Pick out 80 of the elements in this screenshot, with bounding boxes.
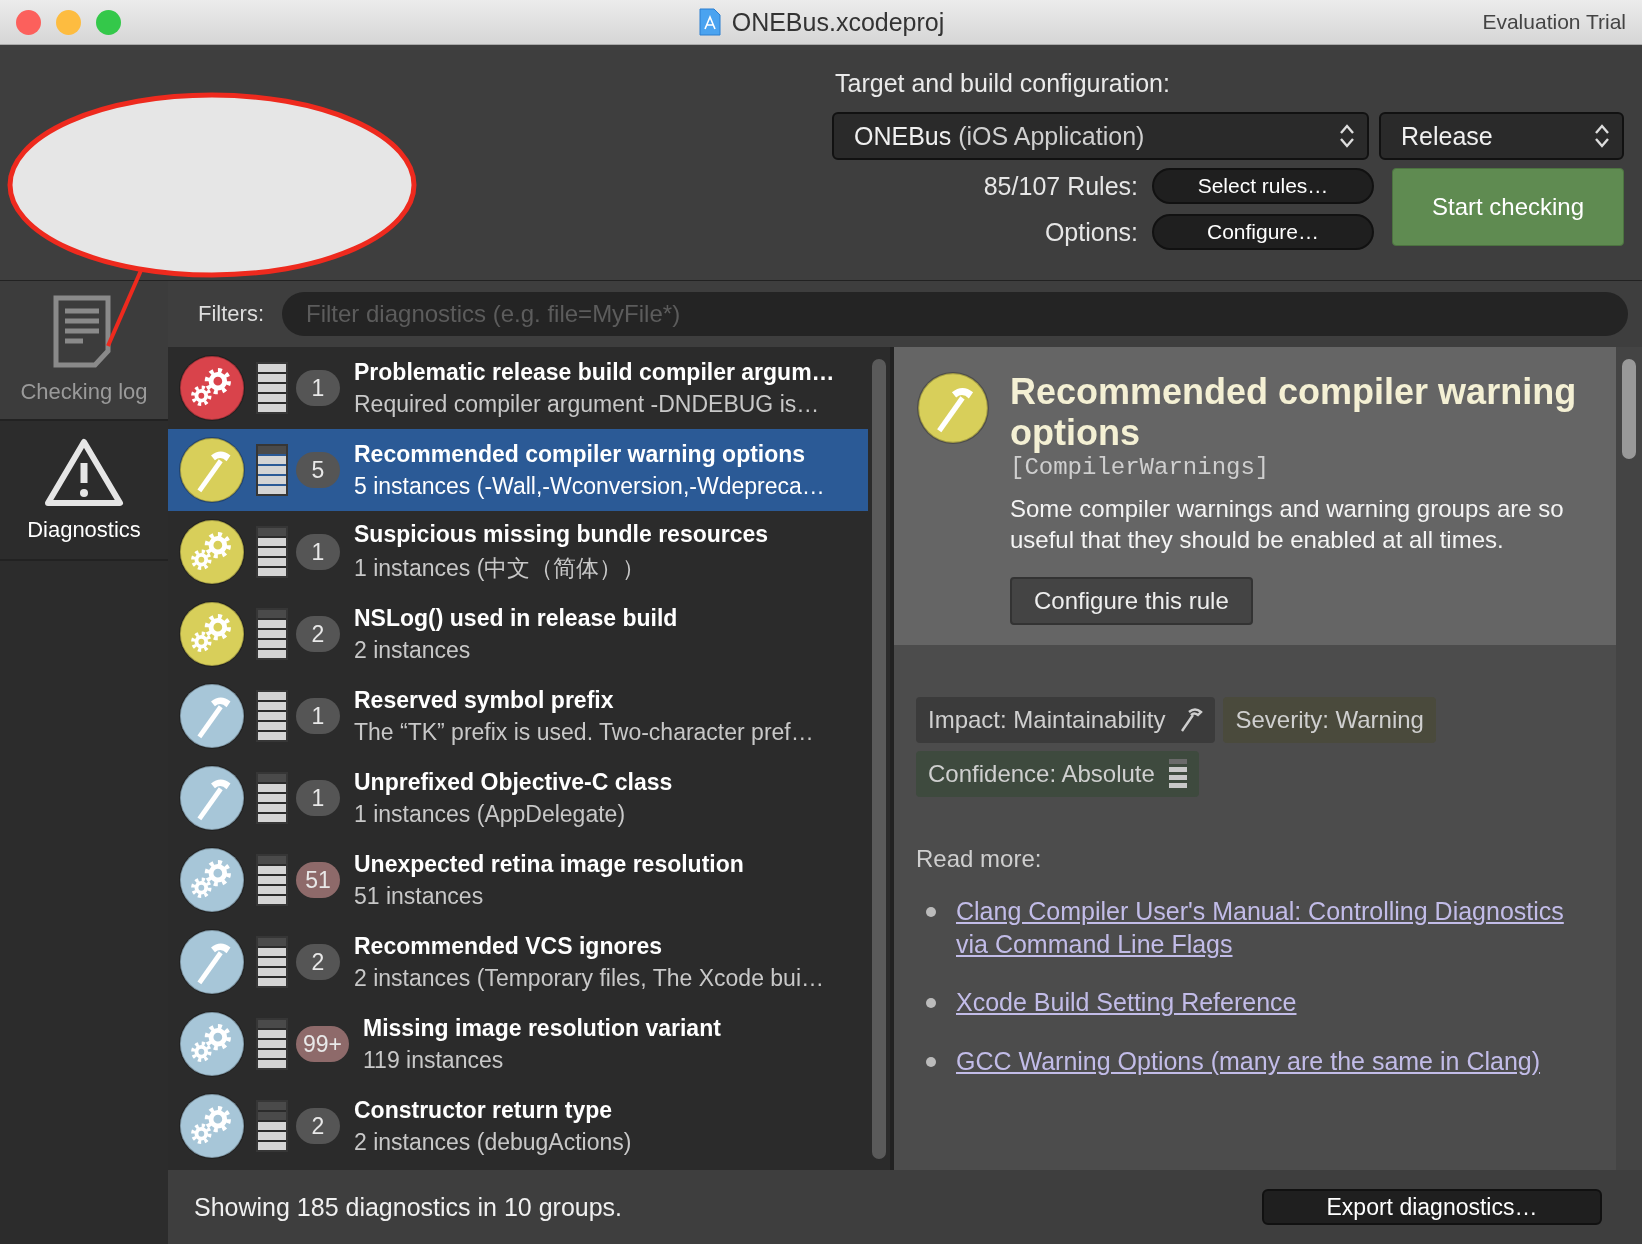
stepper-icon: [1339, 123, 1355, 149]
diagnostic-title: Recommended VCS ignores: [354, 932, 664, 960]
confidence-icon: [1168, 759, 1187, 790]
count-badge: 1: [296, 780, 340, 816]
select-rules-button[interactable]: Select rules…: [1152, 168, 1374, 204]
count-badge: 51: [296, 862, 340, 898]
rules-label: 85/107 Rules:: [983, 171, 1138, 201]
zoom-button[interactable]: [96, 9, 121, 35]
diagnostic-summary: The “TK” prefix is used. Two-character pref…: [354, 718, 814, 746]
diagnostic-row[interactable]: 1 Suspicious missing bundle resources 1 instances (中文（简体））: [168, 511, 868, 593]
diagnostic-title: Constructor return type: [354, 1096, 614, 1124]
bullet-icon: [926, 998, 936, 1009]
diagnostic-title: Unprefixed Objective-C class: [354, 768, 673, 796]
count-badge: 1: [296, 534, 340, 570]
diagnostic-summary: 1 instances (中文（简体））: [354, 553, 647, 583]
filters-label: Filters:: [198, 301, 264, 327]
diagnostic-row[interactable]: 51 Unexpected retina image resolution 51 instances: [168, 839, 868, 921]
diagnostic-row[interactable]: 99+ Missing image resolution variant 119 instances: [168, 1003, 868, 1085]
filter-field[interactable]: Filter diagnostics (e.g. file=MyFile*): [282, 292, 1628, 336]
scrollbar[interactable]: [1622, 359, 1636, 459]
close-button[interactable]: [16, 9, 41, 35]
rule-description: Some compiler warnings and warning groups are so useful that they should be enabled at all times.: [1010, 493, 1565, 555]
window-title: ONEBus.xcodeproj: [731, 7, 945, 37]
hammer-icon: [1179, 707, 1204, 734]
diagnostic-title: Suspicious missing bundle resources: [354, 520, 769, 548]
diagnostic-summary: 51 instances: [354, 882, 485, 910]
diagnostic-summary: 119 instances: [363, 1046, 505, 1074]
diagnostic-title: NSLog() used in release build: [354, 604, 678, 632]
configure-rule-button[interactable]: Configure this rule: [1010, 577, 1253, 626]
reference-link[interactable]: Clang Compiler User's Manual: Controlling Diagnostics via Command Line Flags: [956, 895, 1596, 961]
count-badge: 5: [296, 452, 340, 488]
config-label: Target and build configuration:: [835, 69, 1171, 98]
bullet-icon: [926, 1056, 936, 1067]
target-popup[interactable]: ONEBus (iOS Application): [832, 112, 1369, 160]
project-file-icon: [697, 8, 722, 36]
diagnostic-title: Recommended compiler warning options: [354, 440, 807, 468]
diagnostic-row[interactable]: 1 Reserved symbol prefix The “TK” prefix is used. Two-character pref…: [168, 675, 868, 757]
count-badge: 1: [296, 370, 340, 406]
diagnostic-summary: 5 instances (-Wall,-Wconversion,-Wdepreca…: [354, 472, 825, 500]
bullet-icon: [926, 907, 936, 918]
diagnostic-row[interactable]: 2 NSLog() used in release build 2 instances: [168, 593, 868, 675]
start-checking-button[interactable]: Start checking: [1392, 168, 1624, 246]
reference-link[interactable]: GCC Warning Options (many are the same in Clang): [956, 1044, 1541, 1078]
build-popup[interactable]: Release: [1379, 112, 1624, 160]
diagnostic-title: Missing image resolution variant: [363, 1014, 721, 1042]
rule-title: Recommended compiler warning options: [1010, 371, 1578, 454]
status-text: Showing 185 diagnostics in 10 groups.: [194, 1192, 623, 1222]
count-badge: 2: [296, 1108, 340, 1144]
diagnostic-title: Problematic release build compiler argum…: [354, 358, 835, 386]
count-badge: 99+: [296, 1026, 349, 1062]
options-label: Options:: [1043, 217, 1138, 247]
diagnostic-title: Reserved symbol prefix: [354, 686, 615, 714]
trial-label: Evaluation Trial: [1482, 10, 1626, 34]
diagnostic-row[interactable]: 5 Recommended compiler warning options 5 instances (-Wall,-Wconversion,-Wdepreca…: [168, 429, 868, 511]
count-badge: 2: [296, 944, 340, 980]
diagnostic-title: Unexpected retina image resolution: [354, 850, 744, 878]
sidebar-item[interactable]: Checking log: [0, 281, 168, 421]
diagnostic-summary: 2 instances (debugActions): [354, 1128, 632, 1156]
count-badge: 2: [296, 616, 340, 652]
configure-button[interactable]: Configure…: [1152, 214, 1374, 250]
diagnostic-summary: 1 instances (AppDelegate): [354, 800, 627, 828]
diagnostic-row[interactable]: 2 Recommended VCS ignores 2 instances (Temporary files, The Xcode bui…: [168, 921, 868, 1003]
stepper-icon: [1594, 123, 1610, 149]
tag: Confidence: Absolute: [916, 751, 1199, 798]
diagnostic-row[interactable]: 2 Constructor return type 2 instances (debugActions): [168, 1085, 868, 1167]
warning-icon: [44, 437, 124, 507]
diagnostic-row[interactable]: 1 Problematic release build compiler argum… Required compiler argument -DNDEBUG is…: [168, 347, 868, 429]
rule-identifier: [CompilerWarnings]: [1010, 453, 1271, 481]
diagnostic-summary: 2 instances (Temporary files, The Xcode bui…: [354, 964, 825, 992]
diagnostic-summary: Required compiler argument -DNDEBUG is…: [354, 390, 821, 418]
export-button[interactable]: Export diagnostics…: [1262, 1189, 1602, 1225]
scrollbar[interactable]: [872, 359, 886, 1159]
count-badge: 1: [296, 698, 340, 734]
read-more-label: Read more:: [916, 845, 1043, 874]
diagnostic-summary: 2 instances: [354, 636, 472, 664]
tag: Impact: Maintainability: [916, 697, 1216, 744]
reference-link[interactable]: Xcode Build Setting Reference: [956, 986, 1297, 1019]
tag: Severity: Warning: [1223, 697, 1436, 744]
diagnostic-row[interactable]: 1 Unprefixed Objective-C class 1 instances (AppDelegate): [168, 757, 868, 839]
minimize-button[interactable]: [56, 9, 81, 35]
